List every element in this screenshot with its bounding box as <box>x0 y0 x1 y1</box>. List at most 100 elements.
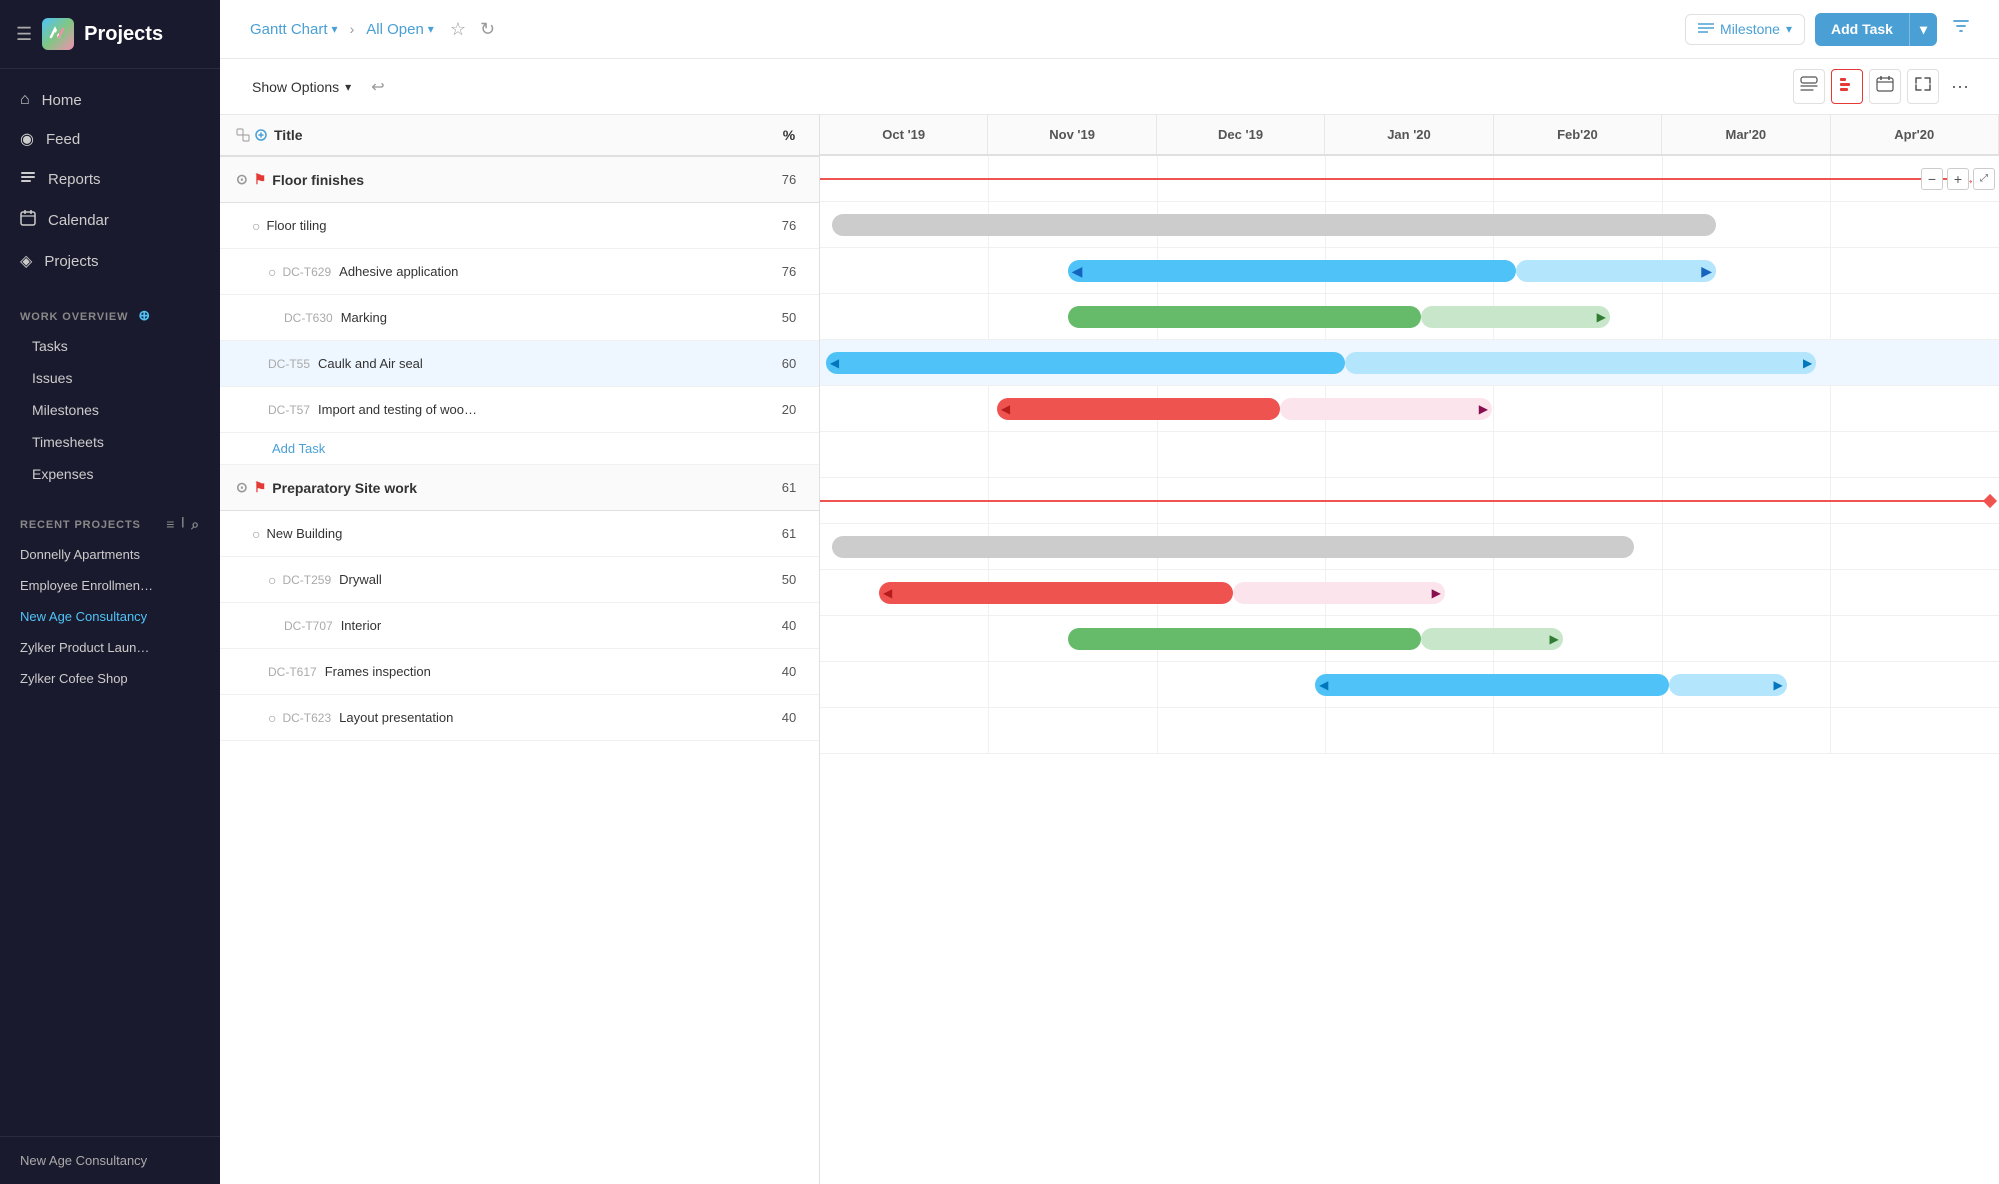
calendar-view-button[interactable] <box>1869 69 1901 104</box>
expand-layout[interactable]: ○ <box>268 710 276 726</box>
sidebar-item-reports[interactable]: Reports <box>0 159 220 200</box>
work-overview-icon: ⊕ <box>138 307 151 323</box>
col-icons[interactable] <box>236 128 268 142</box>
recent-project-0[interactable]: Donnelly Apartments <box>0 539 220 570</box>
bar-new-building[interactable] <box>832 536 1634 558</box>
sidebar-item-expenses[interactable]: Expenses <box>0 458 220 490</box>
expand-adhesive[interactable]: ○ <box>268 264 276 280</box>
filter-icon[interactable] <box>1947 12 1975 46</box>
expand-drywall[interactable]: ○ <box>268 572 276 588</box>
bar-marking-main[interactable] <box>1068 306 1422 328</box>
task-row-drywall: ○ DC-T259 Drywall 50 <box>220 557 819 603</box>
gantt-column-header: Title % <box>220 115 819 157</box>
bar-drywall-main[interactable]: ◀ <box>879 582 1233 604</box>
bar-marking-light[interactable]: ▶ <box>1421 306 1610 328</box>
sidebar-item-calendar[interactable]: Calendar <box>0 200 220 241</box>
drywall-pct: 50 <box>759 564 819 595</box>
task-title-adhesive: ○ DC-T629 Adhesive application <box>220 256 759 288</box>
marking-title: Marking <box>341 310 387 325</box>
bar-frames-main[interactable]: ◀ <box>1315 674 1669 696</box>
sidebar-item-calendar-label: Calendar <box>48 212 109 229</box>
caulk-pct: 60 <box>759 348 819 379</box>
recent-project-4[interactable]: Zylker Cofee Shop <box>0 663 220 694</box>
reports-icon <box>20 169 36 190</box>
add-task-button[interactable]: Add Task ▾ <box>1815 13 1937 46</box>
show-options-button[interactable]: Show Options ▾ <box>244 75 359 99</box>
toolbar-right: ··· <box>1793 69 1975 104</box>
star-icon[interactable]: ☆ <box>446 15 470 44</box>
milestone-button[interactable]: Milestone ▾ <box>1685 14 1805 45</box>
add-task-link-1[interactable]: Add Task <box>220 433 819 465</box>
hamburger-icon[interactable]: ☰ <box>16 24 32 45</box>
chart-row-add-task <box>820 432 1999 478</box>
search-icon[interactable]: ⌕ <box>191 516 200 533</box>
sidebar-item-issues[interactable]: Issues <box>0 362 220 394</box>
title-column-header: Title <box>220 115 759 155</box>
chart-month-header: Oct '19 Nov '19 Dec '19 Jan '20 Feb'20 M… <box>820 115 1999 156</box>
recent-project-1[interactable]: Employee Enrollmen… <box>0 570 220 601</box>
expand-preparatory[interactable]: ⊙ <box>236 479 248 496</box>
preparatory-pct: 61 <box>759 472 819 503</box>
list-view-button[interactable] <box>1793 69 1825 104</box>
sidebar-item-tasks[interactable]: Tasks <box>0 330 220 362</box>
expand-view-button[interactable] <box>1907 69 1939 104</box>
recent-project-2[interactable]: New Age Consultancy <box>0 601 220 632</box>
sidebar-item-home[interactable]: ⌂ Home <box>0 81 220 119</box>
chart-row-preparatory <box>820 478 1999 524</box>
all-open-breadcrumb[interactable]: All Open ▾ <box>360 17 440 42</box>
bar-floor-tiling[interactable] <box>832 214 1716 236</box>
more-options-button[interactable]: ··· <box>1945 70 1975 103</box>
bar-drywall-light[interactable]: ▶ <box>1233 582 1445 604</box>
bar-import-light[interactable]: ▶ <box>1280 398 1492 420</box>
interior-title: Interior <box>341 618 381 633</box>
chart-row-frames: ◀ ▶ <box>820 662 1999 708</box>
chart-row-adhesive: ◀ ▶ <box>820 248 1999 294</box>
floor-finishes-title: Floor finishes <box>272 172 364 188</box>
flag-icon-2: ⚑ <box>254 479 267 496</box>
arrow-right-adhesive: ▶ <box>1701 263 1712 280</box>
sidebar-item-milestones[interactable]: Milestones <box>0 394 220 426</box>
bar-interior-light[interactable]: ▶ <box>1421 628 1562 650</box>
sidebar-item-feed[interactable]: ◉ Feed <box>0 119 220 159</box>
settings-icon[interactable]: ≡ <box>166 516 175 533</box>
bar-adhesive-light[interactable]: ▶ <box>1516 260 1716 282</box>
gantt-chart-breadcrumb[interactable]: Gantt Chart ▾ <box>244 17 344 42</box>
bar-caulk-main[interactable]: ◀ <box>826 352 1345 374</box>
bar-preparatory[interactable] <box>820 500 1989 502</box>
plus-btn-1[interactable]: + <box>1947 168 1969 190</box>
arrow-right-drywall: ▶ <box>1432 586 1441 600</box>
sidebar-item-timesheets[interactable]: Timesheets <box>0 426 220 458</box>
bar-frames-light[interactable]: ▶ <box>1669 674 1787 696</box>
task-title-layout: ○ DC-T623 Layout presentation <box>220 702 759 734</box>
expand-floor-finishes[interactable]: ⊙ <box>236 171 248 188</box>
chart-row-layout <box>820 708 1999 754</box>
add-task-dropdown[interactable]: ▾ <box>1909 13 1937 46</box>
task-id-dc630: DC-T630 <box>284 311 333 325</box>
bar-interior-main[interactable] <box>1068 628 1422 650</box>
minus-btn-1[interactable]: − <box>1921 168 1943 190</box>
month-jan20: Jan '20 <box>1325 115 1493 154</box>
expand-new-building[interactable]: ○ <box>252 526 260 542</box>
calendar-icon <box>20 210 36 231</box>
group-row-floor-finishes: ⊙ ⚑ Floor finishes 76 <box>220 157 819 203</box>
home-icon: ⌂ <box>20 91 30 109</box>
recent-project-3[interactable]: Zylker Product Laun… <box>0 632 220 663</box>
add-task-main[interactable]: Add Task <box>1815 13 1909 45</box>
sidebar-item-projects[interactable]: ◈ Projects <box>0 241 220 281</box>
arrow-right-caulk: ▶ <box>1803 356 1812 370</box>
undo-button[interactable]: ↩ <box>367 73 388 101</box>
bar-caulk-light[interactable]: ▶ <box>1345 352 1817 374</box>
expand-floor-tiling[interactable]: ○ <box>252 218 260 234</box>
bar-import-main[interactable]: ◀ <box>997 398 1280 420</box>
refresh-icon[interactable]: ↻ <box>476 15 499 44</box>
work-overview-label: WORK OVERVIEW ⊕ <box>0 293 220 330</box>
gantt-view-button[interactable] <box>1831 69 1863 104</box>
expand-btn-1[interactable]: ⤢ <box>1973 168 1995 190</box>
bar-adhesive-main[interactable]: ◀ <box>1068 260 1516 282</box>
month-feb20: Feb'20 <box>1494 115 1662 154</box>
bar-floor-finishes[interactable] <box>820 178 1969 180</box>
task-id-dc57: DC-T57 <box>268 403 310 417</box>
arrow-left-frames: ◀ <box>1319 678 1328 692</box>
app-logo <box>42 18 74 50</box>
task-title-frames: DC-T617 Frames inspection <box>220 656 759 687</box>
